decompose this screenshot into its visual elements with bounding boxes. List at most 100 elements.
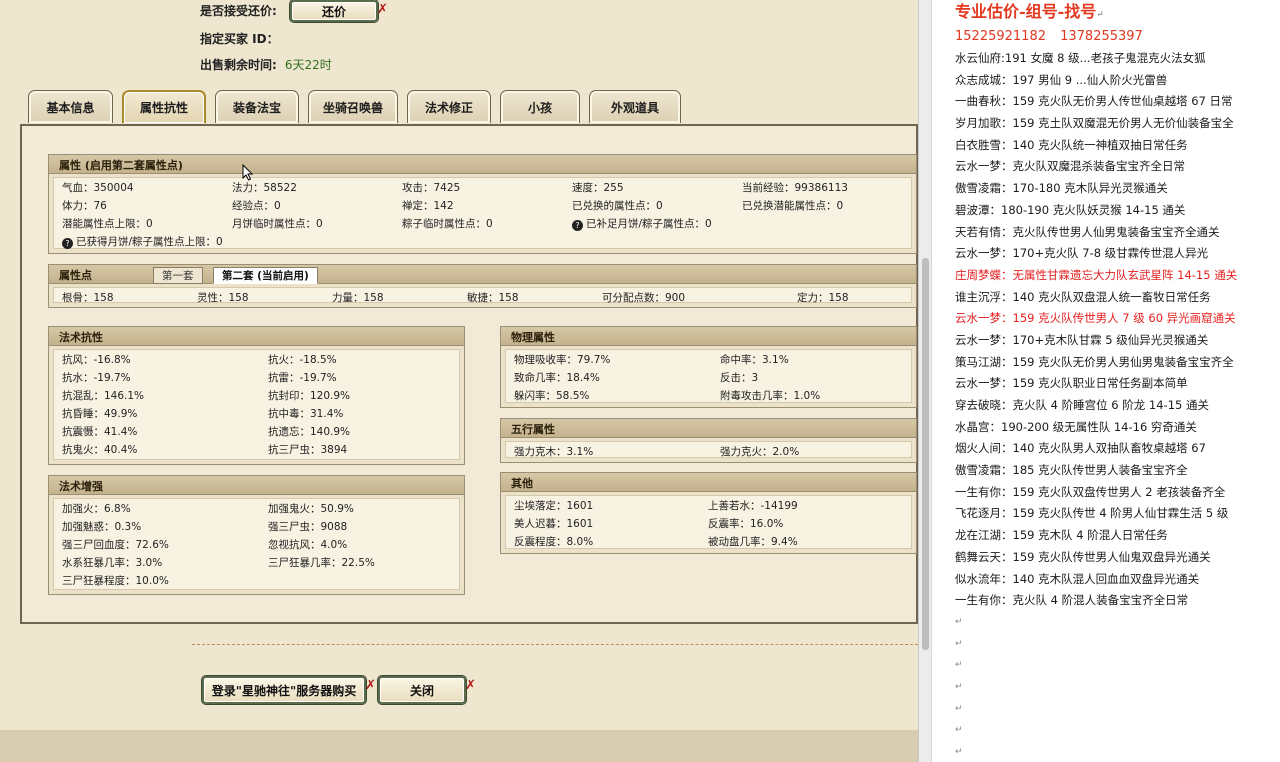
physical-title: 物理属性 xyxy=(501,327,916,346)
close-button[interactable]: 关闭 ✗ xyxy=(378,676,476,704)
paragraph-mark: ↵ xyxy=(955,703,963,714)
attr-attack: 攻击：7425 xyxy=(402,182,461,194)
tab-children[interactable]: 小孩 xyxy=(500,90,580,123)
resist-sleep: 抗昏睡：49.9% xyxy=(62,408,138,420)
note-line: 一曲春秋：159 克火队无价男人传世仙桌越塔 67 日常 xyxy=(955,94,1233,109)
attr-points-panel: 属性点 第一套 第二套 (当前启用) 根骨：158 灵性：158 力量：158 … xyxy=(48,264,917,308)
spell-boost-panel: 法术增强 加强火：6.8% 加强鬼火：50.9% 加强魅惑：0.3% 强三尸虫：… xyxy=(48,475,465,595)
other-dust: 尘埃落定：1601 xyxy=(514,500,594,512)
note-line: 一生有你：159 克火队双盘传世男人 2 老孩装备齐全 xyxy=(955,484,1226,499)
close-label: 关闭 xyxy=(409,683,434,698)
contact-phones: 15225921182 1378255397 xyxy=(955,29,1143,44)
time-left-value: 6天22时 xyxy=(284,58,332,72)
sanshi-crit-degree: 三尸狂暴程度：10.0% xyxy=(62,575,169,587)
trade-detail-window: 是否接受还价: 还价 ✗ 指定买家 ID： 出售剩余时间: 6天22时 基本信息 … xyxy=(0,0,918,762)
login-buy-button[interactable]: 登录"星驰神往"服务器购买 ✗ xyxy=(202,676,376,704)
note-line: 白衣胜雪：140 克火队统一神植双抽日常任务 xyxy=(955,137,1188,152)
point-strength: 力量：158 xyxy=(332,292,384,304)
note-line: 谁主沉浮：140 克火队双盘混人统一畜牧日常任务 xyxy=(955,289,1211,304)
tab-mount-summons[interactable]: 坐骑召唤兽 xyxy=(308,90,398,123)
boost-sanshi: 强三尸虫：9088 xyxy=(268,521,348,533)
notes-title: 专业估价-组号-找号↵ xyxy=(955,2,1104,21)
paragraph-mark: ↵ xyxy=(955,747,963,757)
counter-offer-label: 还价 xyxy=(321,4,346,19)
attr-zongzi-temp: 粽子临时属性点：0 xyxy=(402,218,493,230)
scrollbar-thumb[interactable] xyxy=(922,258,929,650)
note-line: 水云仙府:191 女魔 8 级...老孩子鬼混克火法女狐 xyxy=(955,51,1206,65)
boost-sanshi-heal: 强三尸回血度：72.6% xyxy=(62,539,169,551)
note-line: 岁月加歌：159 克土队双魔混无价男人无价仙装备宝全 xyxy=(955,116,1234,131)
phys-crit: 致命几率：18.4% xyxy=(514,372,600,384)
tab-set-two[interactable]: 第二套 (当前启用) xyxy=(213,267,318,284)
point-constitution: 根骨：158 xyxy=(62,292,114,304)
resist-wind: 抗风：-16.8% xyxy=(62,354,131,366)
paragraph-mark: ↵ xyxy=(955,681,963,692)
paragraph-mark: ↵ xyxy=(955,725,963,736)
note-line: 一生有你：克火队 4 阶混人装备宝宝齐全日常 xyxy=(955,593,1189,608)
attr-speed: 速度：255 xyxy=(572,182,624,194)
tab-set-one[interactable]: 第一套 xyxy=(153,267,203,284)
point-agility: 敏捷：158 xyxy=(467,292,519,304)
other-beauty: 美人迟暮：1601 xyxy=(514,518,594,530)
spell-resist-panel: 法术抗性 抗风：-16.8% 抗火：-18.5% 抗水：-19.7% 抗雷：-1… xyxy=(48,326,465,465)
login-buy-label: 登录"星驰神往"服务器购买 xyxy=(211,683,357,698)
tab-attributes-resist[interactable]: 属性抗性 xyxy=(122,90,206,123)
tab-basic-info[interactable]: 基本信息 xyxy=(28,90,113,123)
note-line: 似水流年：140 克木队混人回血血双盘异光通关 xyxy=(955,571,1200,586)
spell-resist-title: 法术抗性 xyxy=(49,327,464,346)
note-line: 众志成城：197 男仙 9 ...仙人阶火光雷兽 xyxy=(955,72,1168,87)
help-icon[interactable]: ? xyxy=(62,238,73,249)
tab-equipment[interactable]: 装备法宝 xyxy=(215,90,299,123)
resist-seal: 抗封印：120.9% xyxy=(268,390,351,402)
attr-meditation: 禅定：142 xyxy=(402,200,454,212)
counter-offer-button[interactable]: 还价 ✗ xyxy=(290,0,388,22)
divider-line xyxy=(192,644,918,645)
accept-counter-label: 是否接受还价: xyxy=(200,4,277,18)
strong-vs-wood: 强力克木：3.1% xyxy=(514,446,594,458)
attributes-panel: 属性 (启用第二套属性点) 气血：350004 法力：58522 攻击：7425… xyxy=(48,154,917,254)
other-passive-rate: 被动盘几率：9.4% xyxy=(708,536,798,548)
tab-spell-mod[interactable]: 法术修正 xyxy=(407,90,491,123)
detail-tabs: 基本信息 属性抗性 装备法宝 坐骑召唤兽 法术修正 小孩 外观道具 xyxy=(28,90,690,124)
attr-mooncake-temp: 月饼临时属性点：0 xyxy=(232,218,323,230)
attributes-title: 属性 (启用第二套属性点) xyxy=(49,155,916,174)
note-line: 天若有情：克火队传世男人仙男鬼装备宝宝齐全通关 xyxy=(955,224,1220,239)
note-line: 庄周梦蝶：无属性甘霖遗忘大力队玄武星阵 14-15 通关 xyxy=(955,267,1238,282)
close-x-icon: ✗ xyxy=(465,678,476,693)
point-spirit: 灵性：158 xyxy=(197,292,249,304)
paragraph-mark: ↵ xyxy=(955,638,963,649)
close-x-icon: ✗ xyxy=(365,678,376,693)
note-line: 龙在江湖：159 克木队 4 阶混人日常任务 xyxy=(955,528,1168,543)
physical-panel: 物理属性 物理吸收率：79.7% 命中率：3.1% 致命几率：18.4% 反击：… xyxy=(500,326,917,408)
note-line: 云水一梦：170+克火队 7-8 级甘霖传世混人异光 xyxy=(955,246,1209,261)
point-resolve: 定力：158 xyxy=(797,292,849,304)
help-icon[interactable]: ? xyxy=(572,220,583,231)
attr-mp: 法力：58522 xyxy=(232,182,297,194)
point-available: 可分配点数：900 xyxy=(602,292,686,304)
note-line: 云水一梦：159 克火队职业日常任务副本简单 xyxy=(955,376,1188,391)
mouse-cursor-icon xyxy=(242,164,254,181)
vertical-scrollbar[interactable] xyxy=(918,0,932,762)
other-water: 上善若水：-14199 xyxy=(708,500,798,512)
boost-ghostfire: 加强鬼火：50.9% xyxy=(268,503,354,515)
paragraph-mark: ↵ xyxy=(955,616,963,627)
note-line: 鹤舞云天：159 克火队传世男人仙鬼双盘异光通关 xyxy=(955,549,1211,564)
note-line: 云水一梦：克火队双魔混杀装备宝宝齐全日常 xyxy=(955,159,1185,174)
resist-shock: 抗震慑：41.4% xyxy=(62,426,138,438)
attr-potential-cap: 潜能属性点上限：0 xyxy=(62,218,153,230)
resist-chaos: 抗混乱：146.1% xyxy=(62,390,145,402)
tab-appearance[interactable]: 外观道具 xyxy=(589,90,681,123)
resist-water: 抗水：-19.7% xyxy=(62,372,131,384)
other-title: 其他 xyxy=(501,473,916,492)
paragraph-mark: ↵ xyxy=(955,660,963,671)
note-line: 傲雪凌霜：185 克火队传世男人装备宝宝齐全 xyxy=(955,463,1188,478)
time-left-row: 出售剩余时间: 6天22时 xyxy=(200,56,332,73)
five-elements-panel: 五行属性 强力克木：3.1% 强力克火：2.0% xyxy=(500,418,917,463)
note-line: 穿去破晓：克火队 4 阶睡宫位 6 阶龙 14-15 通关 xyxy=(955,398,1209,412)
note-line: 水晶宫：190-200 级无属性队 14-16 穷奇通关 xyxy=(955,419,1197,434)
attr-filled-points: ? 已补足月饼/粽子属性点：0 xyxy=(572,216,712,231)
resist-thunder: 抗雷：-19.7% xyxy=(268,372,337,384)
attr-hp: 气血：350004 xyxy=(62,182,134,194)
notes-document: 专业估价-组号-找号↵ 15225921182 1378255397 水云仙府:… xyxy=(933,0,1280,762)
sanshi-crit-rate: 三尸狂暴几率：22.5% xyxy=(268,557,375,569)
